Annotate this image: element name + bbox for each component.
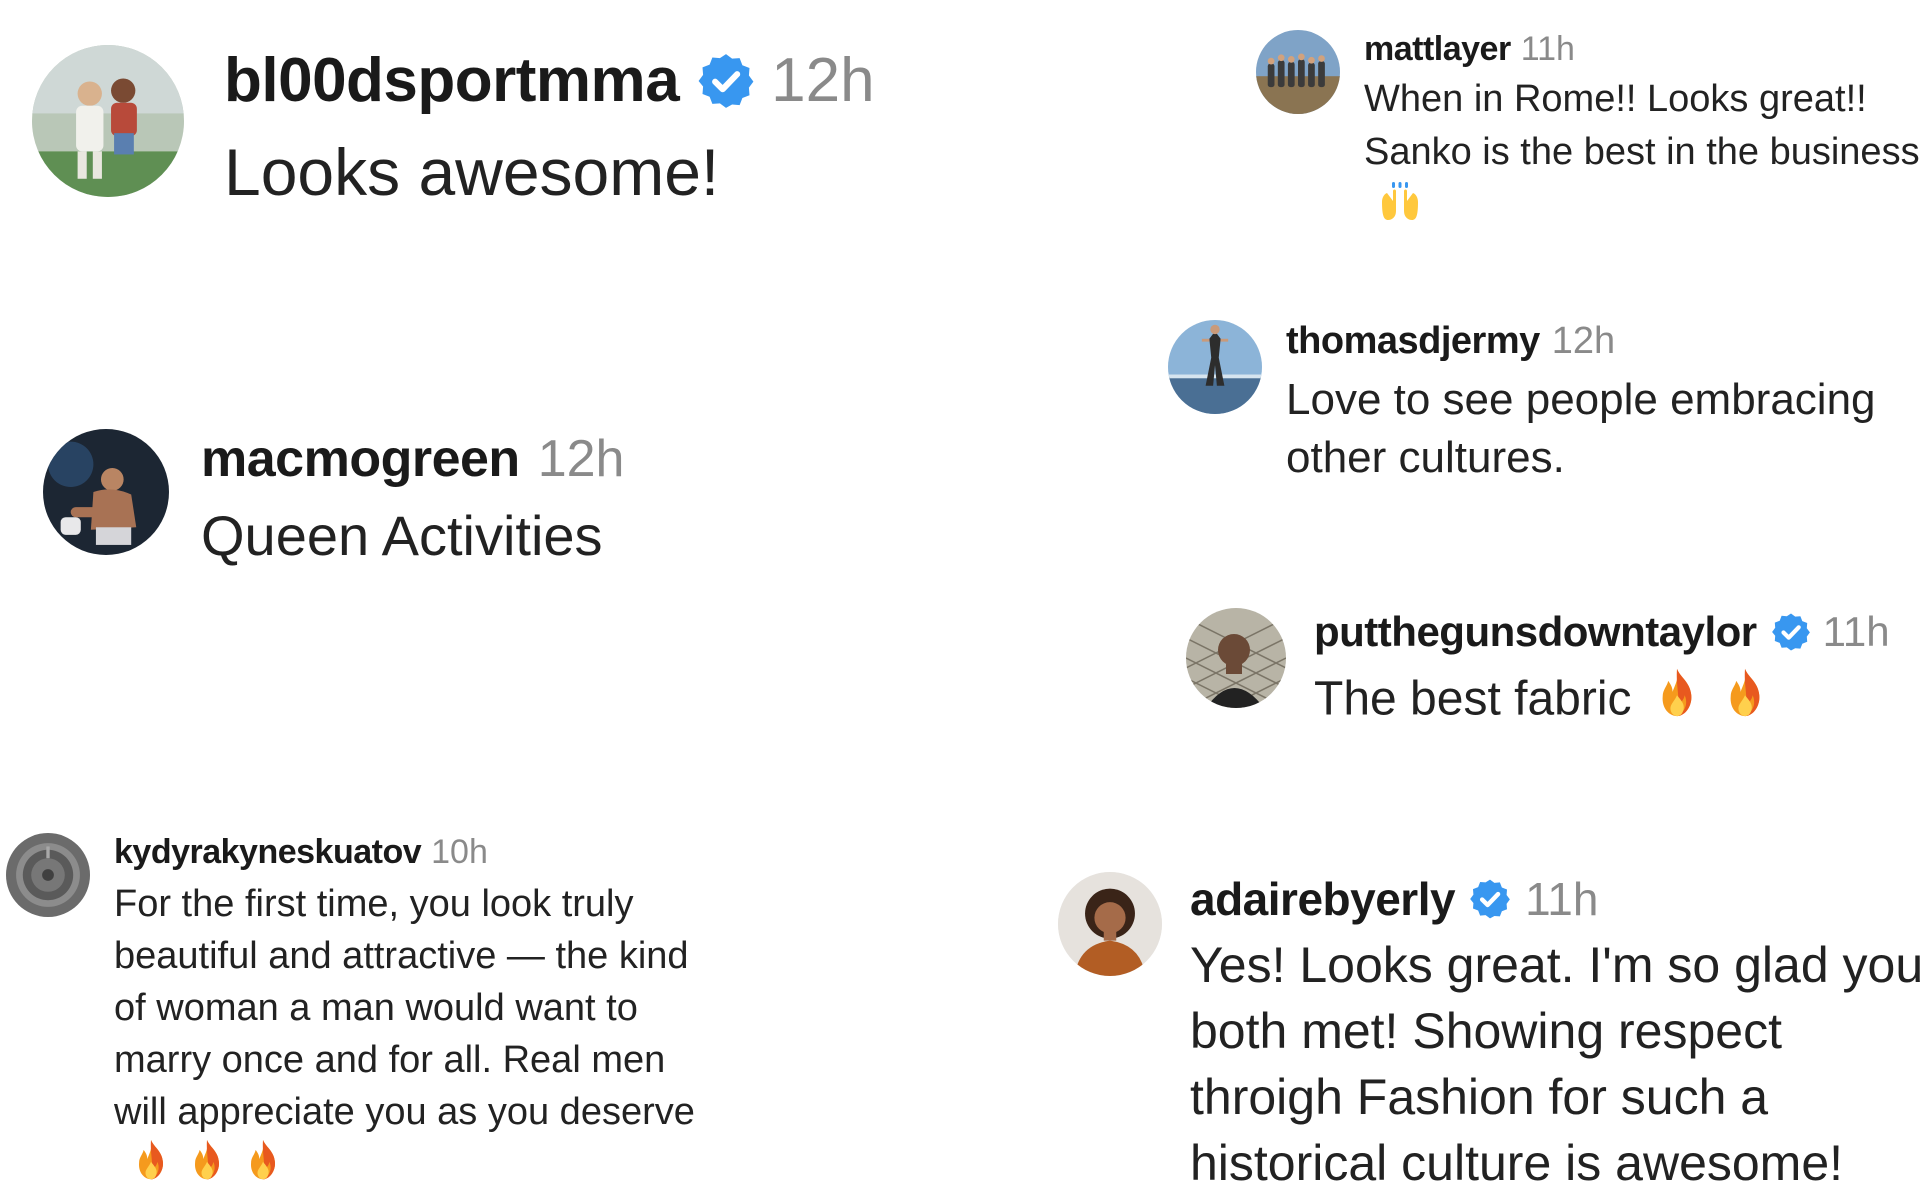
- comment-text-content: When in Rome!! Looks great!! Sanko is th…: [1364, 78, 1920, 173]
- avatar[interactable]: [1168, 320, 1262, 414]
- comment-kydyrakyneskuatov: kydyrakyneskuatov 10h For the first time…: [6, 833, 714, 1191]
- timestamp: 11h: [1520, 30, 1575, 68]
- avatar-photo-icon: [6, 833, 90, 917]
- timestamp: 10h: [431, 833, 488, 871]
- username[interactable]: thomasdjermy: [1286, 320, 1540, 363]
- fire-emoji-icon: [1655, 666, 1699, 720]
- username[interactable]: adairebyerly: [1190, 872, 1456, 926]
- comment-adairebyerly: adairebyerly 11h Yes! Looks great. I'm s…: [1058, 872, 1920, 1196]
- username[interactable]: kydyrakyneskuatov: [114, 833, 422, 872]
- comment-text: Looks awesome!: [224, 135, 720, 209]
- comment-text: Yes! Looks great. I'm so glad you both m…: [1190, 937, 1920, 1191]
- comment-text: Love to see people embracing other cultu…: [1286, 375, 1876, 482]
- fire-emoji-icon: [132, 1138, 170, 1182]
- avatar-photo-icon: [1058, 872, 1162, 976]
- comment-text: For the first time, you look truly beaut…: [114, 878, 714, 1191]
- fire-emoji-icon: [188, 1138, 226, 1182]
- comment-putthegunsdowntaylor: putthegunsdowntaylor 11h The best fabric: [1186, 608, 1890, 726]
- avatar-photo-icon: [1168, 320, 1262, 414]
- comment-text: When in Rome!! Looks great!! Sanko is th…: [1364, 73, 1920, 232]
- username[interactable]: macmogreen: [201, 429, 520, 489]
- timestamp: 11h: [1525, 873, 1599, 925]
- comment-bl00dsportmma: bl00dsportmma 12h Looks awesome!: [32, 45, 875, 210]
- username[interactable]: bl00dsportmma: [224, 45, 680, 116]
- avatar[interactable]: [1256, 30, 1340, 114]
- comment-thomasdjermy: thomasdjermy 12h Love to see people embr…: [1168, 320, 1920, 487]
- raising-hands-emoji-icon: [1378, 181, 1422, 222]
- fire-emoji-icon: [244, 1138, 282, 1182]
- avatar-photo-icon: [1186, 608, 1286, 708]
- timestamp: 12h: [537, 430, 625, 488]
- avatar-photo-icon: [32, 45, 184, 197]
- verified-badge-icon: [1469, 878, 1511, 920]
- fire-emoji-icon: [1723, 666, 1767, 720]
- comment-mattlayer: mattlayer 11h When in Rome!! Looks great…: [1256, 30, 1920, 232]
- comment-text: Queen Activities: [201, 504, 603, 567]
- avatar[interactable]: [43, 429, 169, 555]
- timestamp: 12h: [1551, 320, 1616, 362]
- comment-text-content: For the first time, you look truly beaut…: [114, 883, 695, 1133]
- timestamp: 12h: [771, 46, 875, 115]
- avatar[interactable]: [1186, 608, 1286, 708]
- avatar-photo-icon: [43, 429, 169, 555]
- timestamp: 11h: [1822, 608, 1890, 655]
- avatar[interactable]: [6, 833, 90, 917]
- verified-badge-icon: [1771, 612, 1811, 652]
- username[interactable]: putthegunsdowntaylor: [1314, 608, 1757, 656]
- verified-badge-icon: [697, 52, 755, 110]
- avatar[interactable]: [1058, 872, 1162, 976]
- comment-macmogreen: macmogreen 12h Queen Activities: [43, 429, 624, 568]
- comment-text: The best fabric: [1314, 666, 1890, 726]
- username[interactable]: mattlayer: [1364, 30, 1511, 69]
- comment-text-content: The best fabric: [1314, 672, 1632, 726]
- avatar[interactable]: [32, 45, 184, 197]
- avatar-photo-icon: [1256, 30, 1340, 114]
